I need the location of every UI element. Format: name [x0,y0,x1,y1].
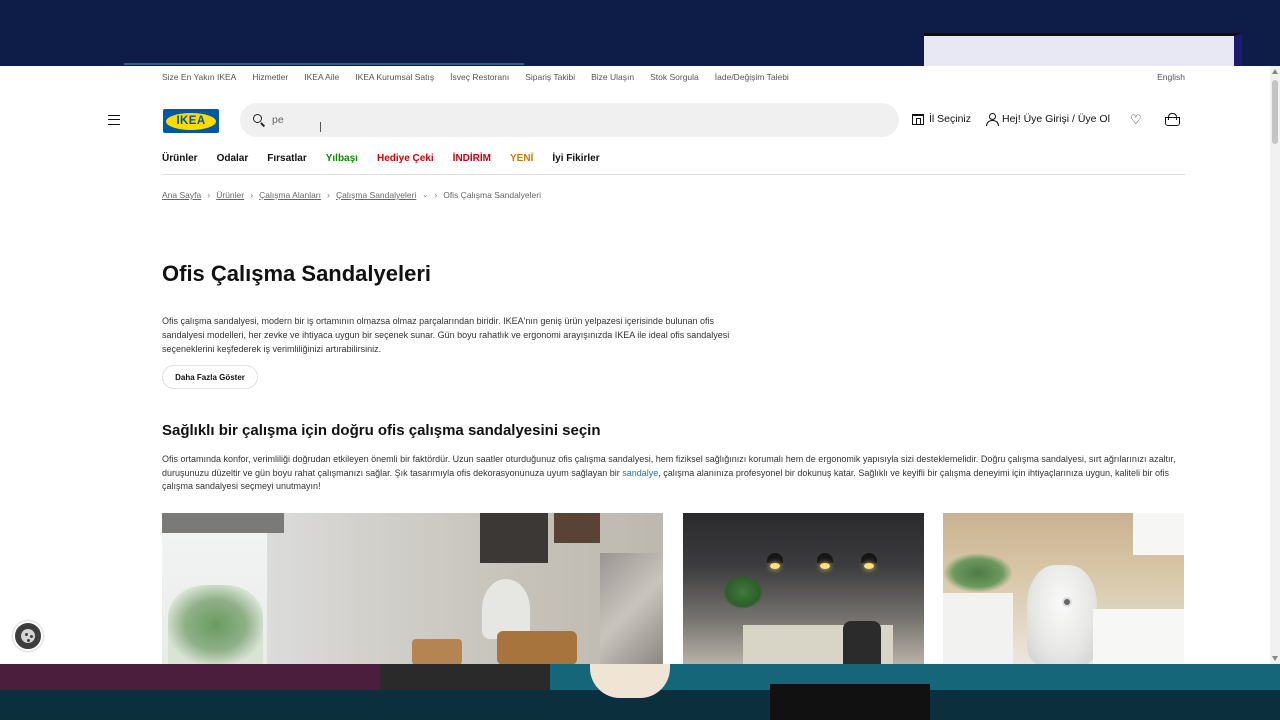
nav-item[interactable]: YENİ [510,153,533,169]
basket [412,639,462,664]
search-input[interactable] [272,111,872,129]
utility-link[interactable]: IKEA Aile [304,72,339,82]
nav-item[interactable]: Hediye Çeki [377,153,434,169]
chevron-right-icon: › [327,190,330,200]
pixel-block [380,664,550,690]
basket [497,631,577,664]
intro-text: Ofis çalışma sandalyesi, modern bir iş o… [162,316,730,354]
pin-board [1133,513,1184,555]
utility-link[interactable]: İsveç Restoranı [450,72,509,82]
scrollbar-thumb[interactable] [1272,80,1278,144]
chevron-down-icon[interactable]: ⌄ [422,191,428,199]
utility-link[interactable]: Hizmetler [252,72,288,82]
store-icon [912,113,924,125]
table-lamp [482,579,530,639]
browser-viewport: Size En Yakın IKEA Hizmetler IKEA Aile I… [0,66,1280,664]
utility-link[interactable]: IKEA Kurumsal Satış [355,72,434,82]
utility-link[interactable]: Stok Sorgula [650,72,699,82]
chevron-right-icon: › [250,190,254,200]
decorative-pixel-shape [924,33,1242,66]
wall-frame [600,553,663,664]
lamp-light [770,563,780,569]
breadcrumb-link[interactable]: Ürünler [216,190,244,200]
section-text: Ofis ortamında konfor, verimliliği doğru… [162,453,1186,494]
wall-frame [554,513,600,543]
heart-icon[interactable]: ♡ [1130,113,1142,126]
menu-icon[interactable] [108,115,120,125]
language-link[interactable]: English [1157,72,1185,82]
logo-text: IKEA [166,112,216,130]
scroll-up-icon[interactable] [1272,69,1278,74]
cart-icon[interactable] [1165,113,1180,126]
chair-link[interactable]: sandalye [622,468,658,478]
site-header: IKEA İl Seçiniz Hej! Üye Girişi / Üye Ol… [0,102,1270,138]
account-label: Hej! Üye Girişi / Üye Ol [1002,113,1110,125]
account-link[interactable]: Hej! Üye Girişi / Üye Ol [986,113,1110,126]
utility-link[interactable]: Size En Yakın IKEA [162,72,236,82]
lamp-light [864,563,874,569]
pendant-lamp [817,553,833,563]
pendant-lamp [861,553,877,563]
breadcrumb-current: Ofis Çalışma Sandalyeleri [443,190,541,200]
home-office-image[interactable] [162,513,663,664]
plants [943,553,1013,593]
user-icon [986,113,999,126]
scroll-down-icon[interactable] [1272,656,1278,661]
utility-link[interactable]: İade/Değişim Talebi [715,72,789,82]
nav-item[interactable]: Yılbaşı [326,153,358,169]
pixel-shape [770,684,930,720]
breadcrumb-link[interactable]: Çalışma Alanları [259,190,321,200]
main-nav: Ürünler Odalar Fırsatlar Yılbaşı Hediye Çeki… [162,153,600,169]
nav-item[interactable]: Odalar [217,153,249,169]
nav-item[interactable]: İNDİRİM [453,153,491,169]
ikea-logo[interactable]: IKEA [163,109,219,133]
breadcrumb-link[interactable]: Ana Sayfa [162,190,201,200]
pendant-lamp [767,553,783,563]
wall-frame [480,513,548,563]
pixel-block [0,664,380,690]
section-title: Sağlıklı bir çalışma için doğru ofis çal… [162,422,601,439]
outdoor-tree [168,585,263,664]
show-more-button[interactable]: Daha Fazla Göster [162,365,258,389]
search-bar[interactable] [240,103,899,137]
nav-item[interactable]: Ürünler [162,153,198,169]
header-divider [162,174,1185,175]
store-label: İl Seçiniz [929,113,972,125]
window-blind [162,513,284,533]
search-icon[interactable] [253,114,262,123]
utility-link[interactable]: Bize Ulaşın [591,72,634,82]
breadcrumb-link[interactable]: Çalışma Sandalyeleri [336,190,416,200]
store-selector[interactable]: İl Seçiniz [912,113,971,125]
plant [723,575,763,609]
desktop-background-top [0,0,1280,66]
chevron-right-icon: › [434,190,438,200]
utility-link[interactable]: Sipariş Takibi [525,72,575,82]
cookie-icon[interactable] [13,621,43,651]
page-title: Ofis Çalışma Sandalyeleri [162,261,432,286]
white-chair [1027,565,1097,664]
scrollbar[interactable] [1270,66,1280,664]
text-cursor [320,122,321,132]
office-chair [843,621,881,664]
desk [1093,609,1184,664]
shelf [943,593,1013,664]
office-workspace-image[interactable] [683,513,924,664]
breadcrumb: Ana Sayfa › Ürünler › Çalışma Alanları ›… [162,190,541,200]
utility-nav: Size En Yakın IKEA Hizmetler IKEA Aile I… [162,72,1185,88]
chevron-right-icon: › [207,190,211,200]
decorative-line [124,63,524,65]
desktop-background-bottom [0,664,1280,720]
cursor-dot [1062,597,1072,607]
lamp-light [820,563,830,569]
white-chair-image[interactable] [943,513,1184,664]
nav-item[interactable]: Fırsatlar [267,153,306,169]
nav-item[interactable]: İyi Fikirler [552,153,599,169]
